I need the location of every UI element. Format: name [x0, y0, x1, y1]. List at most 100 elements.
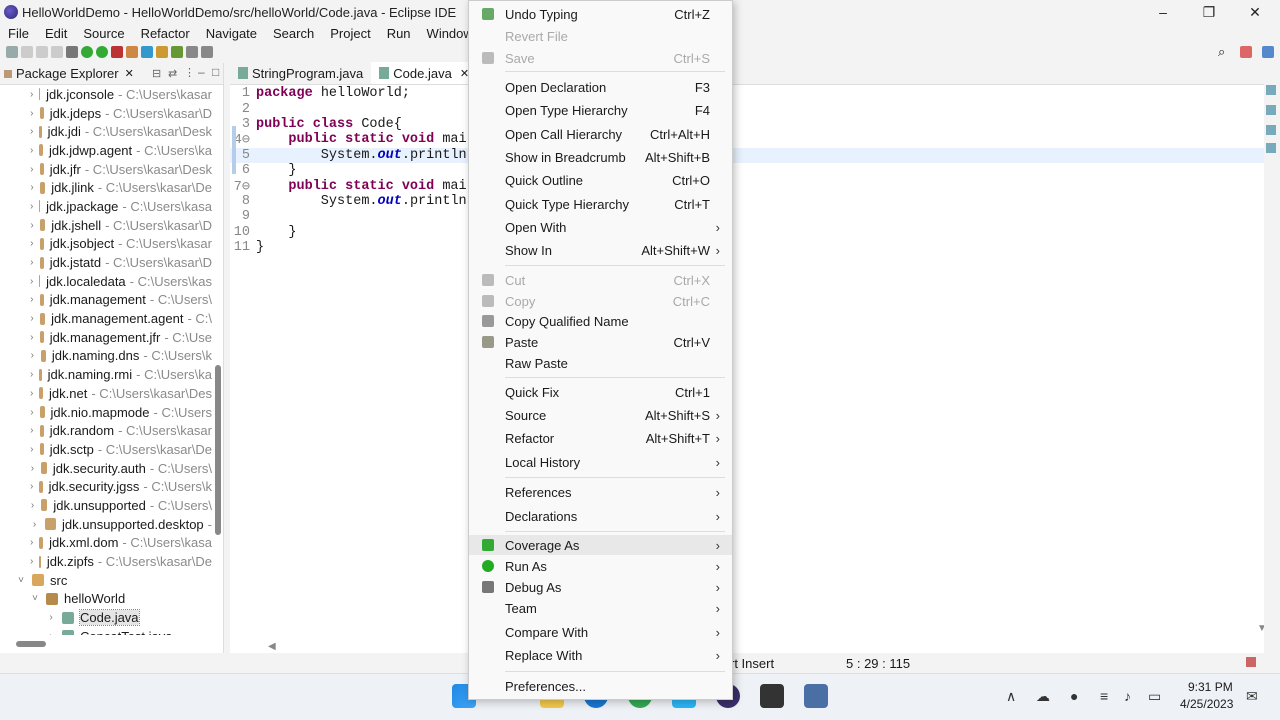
chevron-right-icon[interactable]: ›: [30, 332, 34, 343]
chevron-right-icon[interactable]: ›: [30, 463, 35, 474]
chevron-right-icon[interactable]: ›: [30, 220, 34, 231]
minimize-view-icon[interactable]: –: [198, 65, 205, 79]
minimize-button[interactable]: –: [1140, 0, 1186, 24]
view-menu-icon[interactable]: ⋮: [184, 66, 195, 79]
menu-item-team[interactable]: Team ›: [469, 598, 732, 618]
tree-item[interactable]: › jdk.management.jfr - C:\Use: [0, 328, 212, 347]
chevron-right-icon[interactable]: ›: [30, 556, 33, 567]
tree-item[interactable]: › jdk.sctp - C:\Users\kasar\De: [0, 440, 212, 459]
chevron-down-icon[interactable]: ˅: [30, 593, 40, 604]
menu-item-refactor[interactable]: Refactor Alt+Shift+T ›: [469, 428, 732, 448]
code-line[interactable]: 1 package helloWorld;: [230, 86, 1265, 101]
restore-button[interactable]: ❐: [1186, 0, 1232, 24]
new-class-icon[interactable]: [141, 46, 153, 58]
javadoc-icon[interactable]: [1266, 143, 1276, 153]
tree-item[interactable]: › jdk.xml.dom - C:\Users\kasa: [0, 534, 212, 553]
package-explorer-tab[interactable]: Package Explorer ✕ ⊟ ⇄ ⋮ – □: [0, 63, 223, 85]
tree-item[interactable]: › jdk.management - C:\Users\: [0, 291, 212, 310]
open-type-icon[interactable]: [156, 46, 168, 58]
nav-forward-icon[interactable]: [201, 46, 213, 58]
notepad-app-icon[interactable]: [804, 684, 828, 708]
tree-item-file[interactable]: › Code.java: [0, 608, 212, 627]
menu-item-quick-type-hierarchy[interactable]: Quick Type Hierarchy Ctrl+T: [469, 194, 732, 214]
chevron-down-icon[interactable]: ˅: [16, 575, 26, 586]
code-line[interactable]: 7⊖ public static void mai: [230, 178, 1265, 195]
menu-item-references[interactable]: References ›: [469, 482, 732, 502]
search-toolbar-icon[interactable]: [171, 46, 183, 58]
code-line[interactable]: 2: [230, 101, 1265, 117]
menu-item-coverage-as[interactable]: Coverage As ›: [469, 535, 732, 555]
menu-item-quick-outline[interactable]: Quick Outline Ctrl+O: [469, 170, 732, 190]
menu-item-copy-qualified-name[interactable]: Copy Qualified Name: [469, 311, 732, 331]
tree-item[interactable]: › jdk.jdwp.agent - C:\Users\ka: [0, 141, 212, 160]
chevron-right-icon[interactable]: ›: [30, 257, 34, 268]
notification-icon[interactable]: ✉: [1246, 688, 1258, 705]
chevron-right-icon[interactable]: ›: [30, 369, 33, 380]
menu-item-run-as[interactable]: Run As ›: [469, 556, 732, 576]
build-icon[interactable]: [66, 46, 78, 58]
menu-source[interactable]: Source: [75, 26, 132, 41]
chevron-right-icon[interactable]: ›: [30, 182, 34, 193]
tree-item[interactable]: › jdk.naming.rmi - C:\Users\ka: [0, 365, 212, 384]
tree-item-package[interactable]: ˅ helloWorld: [0, 590, 212, 609]
tree-item[interactable]: › jdk.localedata - C:\Users\kas: [0, 272, 212, 291]
tree-item[interactable]: › jdk.jstatd - C:\Users\kasar\D: [0, 253, 212, 272]
tree-item[interactable]: › jdk.jdi - C:\Users\kasar\Desk: [0, 122, 212, 141]
tree-item[interactable]: › jdk.unsupported.desktop -: [0, 515, 212, 534]
print-icon[interactable]: [51, 46, 63, 58]
menu-item-raw-paste[interactable]: Raw Paste: [469, 353, 732, 373]
menu-item-undo-typing[interactable]: Undo Typing Ctrl+Z: [469, 4, 732, 24]
maximize-view-icon[interactable]: □: [212, 65, 219, 79]
tree-item[interactable]: › jdk.jshell - C:\Users\kasar\D: [0, 216, 212, 235]
chevron-right-icon[interactable]: ›: [30, 108, 34, 119]
external-tools-icon[interactable]: [111, 46, 123, 58]
chevron-right-icon[interactable]: ›: [30, 481, 33, 492]
microphone-icon[interactable]: ●: [1070, 688, 1078, 704]
link-editor-icon[interactable]: ⇄: [168, 67, 177, 80]
close-view-icon[interactable]: ✕: [125, 67, 134, 80]
tree-item[interactable]: › jdk.jlink - C:\Users\kasar\De: [0, 178, 212, 197]
save-icon[interactable]: [21, 46, 33, 58]
menu-item-open-type-hierarchy[interactable]: Open Type Hierarchy F4: [469, 100, 732, 120]
chevron-right-icon[interactable]: ›: [30, 238, 34, 249]
tree-item[interactable]: › jdk.unsupported - C:\Users\: [0, 496, 212, 515]
chevron-right-icon[interactable]: ›: [30, 350, 35, 361]
progress-icon[interactable]: [1246, 657, 1256, 667]
tray-overflow-icon[interactable]: ∧: [1006, 688, 1016, 705]
menu-item-debug-as[interactable]: Debug As ›: [469, 577, 732, 597]
code-line[interactable]: 5 System. out .println: [230, 147, 1265, 163]
chevron-right-icon[interactable]: ›: [30, 444, 34, 455]
problems-icon[interactable]: [1266, 125, 1276, 135]
volume-icon[interactable]: ♪: [1124, 688, 1131, 704]
run-icon[interactable]: [96, 46, 108, 58]
task-list-icon[interactable]: [1266, 105, 1276, 115]
tab-stringprogram[interactable]: StringProgram.java: [230, 62, 371, 84]
tree-item[interactable]: › jdk.net - C:\Users\kasar\Des: [0, 384, 212, 403]
chevron-right-icon[interactable]: ›: [30, 294, 34, 305]
tree-item[interactable]: › jdk.management.agent - C:\: [0, 309, 212, 328]
new-icon[interactable]: [6, 46, 18, 58]
tree-item[interactable]: › jdk.jdeps - C:\Users\kasar\D: [0, 104, 212, 123]
save-all-icon[interactable]: [36, 46, 48, 58]
chevron-right-icon[interactable]: ›: [30, 519, 39, 530]
code-line[interactable]: 8 System. out .println: [230, 194, 1265, 209]
chevron-right-icon[interactable]: ›: [30, 313, 34, 324]
java-perspective-icon[interactable]: [1240, 46, 1252, 58]
chevron-right-icon[interactable]: ›: [30, 89, 33, 100]
code-line[interactable]: 9: [230, 209, 1265, 224]
chevron-right-icon[interactable]: ›: [30, 425, 34, 436]
chevron-right-icon[interactable]: ›: [46, 631, 56, 635]
menu-item-source[interactable]: Source Alt+Shift+S ›: [469, 405, 732, 425]
battery-icon[interactable]: ▭: [1148, 688, 1161, 705]
tree-item-file[interactable]: › ConcatTest.java: [0, 627, 212, 635]
code-line[interactable]: 10 }: [230, 225, 1265, 240]
search-icon[interactable]: ⌕: [1218, 44, 1225, 60]
chevron-right-icon[interactable]: ›: [30, 164, 34, 175]
tree-item[interactable]: › jdk.jfr - C:\Users\kasar\Desk: [0, 160, 212, 179]
menu-run[interactable]: Run: [379, 26, 419, 41]
outline-icon[interactable]: [1266, 85, 1276, 95]
menu-item-open-call-hierarchy[interactable]: Open Call Hierarchy Ctrl+Alt+H: [469, 124, 732, 144]
chevron-right-icon[interactable]: ›: [30, 126, 33, 137]
tree-item[interactable]: › jdk.jsobject - C:\Users\kasar: [0, 235, 212, 254]
menu-refactor[interactable]: Refactor: [133, 26, 198, 41]
